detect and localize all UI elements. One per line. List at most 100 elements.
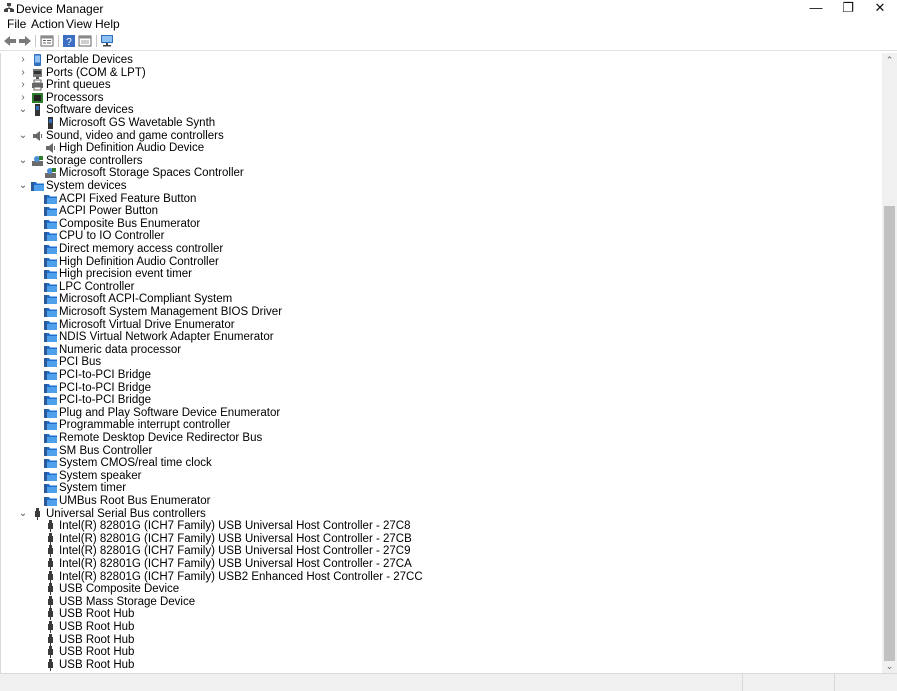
- details-icon[interactable]: [78, 34, 92, 48]
- tree-device[interactable]: System CMOS/real time clock: [1, 457, 881, 470]
- tree-category[interactable]: ⌄ Software devices: [1, 104, 881, 117]
- toolbar: ?: [0, 32, 897, 51]
- expand-chevron-icon[interactable]: ›: [18, 79, 28, 91]
- system-folder-icon: [44, 270, 57, 280]
- collapse-chevron-icon[interactable]: ⌄: [18, 180, 28, 192]
- tree-device[interactable]: Intel(R) 82801G (ICH7 Family) USB Univer…: [1, 545, 881, 558]
- menu-action[interactable]: Action: [31, 17, 64, 31]
- tree-device[interactable]: Microsoft System Management BIOS Driver: [1, 306, 881, 319]
- back-icon[interactable]: [3, 34, 17, 48]
- status-bar: [0, 673, 897, 691]
- tree-device[interactable]: System timer: [1, 482, 881, 495]
- expand-chevron-icon[interactable]: ›: [18, 92, 28, 104]
- tree-device[interactable]: USB Root Hub: [1, 621, 881, 634]
- tree-item-label: Storage controllers: [46, 154, 143, 167]
- tree-category[interactable]: › Processors: [1, 92, 881, 105]
- tree-item-label: Microsoft ACPI-Compliant System: [59, 293, 233, 306]
- tree-device[interactable]: Microsoft ACPI-Compliant System: [1, 293, 881, 306]
- tree-device[interactable]: Intel(R) 82801G (ICH7 Family) USB Univer…: [1, 520, 881, 533]
- device-tree[interactable]: › Portable Devices › Ports (COM & LPT) › Prin…: [0, 53, 883, 673]
- svg-text:?: ?: [66, 37, 72, 48]
- collapse-chevron-icon[interactable]: ⌄: [18, 130, 28, 142]
- tree-category[interactable]: ⌄ System devices: [1, 180, 881, 193]
- close-button[interactable]: ✕: [864, 0, 896, 16]
- system-folder-icon: [44, 345, 57, 355]
- toolbar-separator: [35, 35, 36, 47]
- tree-device[interactable]: Numeric data processor: [1, 344, 881, 357]
- tree-item-label: Portable Devices: [46, 54, 133, 66]
- vertical-scrollbar[interactable]: ⌃ ⌄: [882, 53, 897, 673]
- tree-device[interactable]: Microsoft Virtual Drive Enumerator: [1, 319, 881, 332]
- tree-item-label: System CMOS/real time clock: [59, 457, 212, 470]
- system-folder-icon: [44, 320, 57, 330]
- forward-icon[interactable]: [18, 34, 32, 48]
- usb-icon: [48, 646, 53, 659]
- expand-chevron-icon[interactable]: ›: [18, 67, 28, 79]
- tree-item-label: Microsoft GS Wavetable Synth: [59, 117, 216, 129]
- collapse-chevron-icon[interactable]: ⌄: [18, 508, 28, 520]
- tree-category[interactable]: › Print queues: [1, 79, 881, 92]
- computer-monitor-icon[interactable]: [100, 34, 114, 48]
- tree-device[interactable]: ACPI Fixed Feature Button: [1, 193, 881, 206]
- tree-device[interactable]: System speaker: [1, 470, 881, 483]
- tree-device[interactable]: PCI-to-PCI Bridge: [1, 369, 881, 382]
- minimize-button[interactable]: —: [800, 0, 832, 16]
- tree-device[interactable]: USB Root Hub: [1, 608, 881, 621]
- tree-category[interactable]: ⌄ Universal Serial Bus controllers: [1, 507, 881, 521]
- tree-category[interactable]: ⌄ Sound, video and game controllers: [1, 130, 881, 143]
- tree-device[interactable]: High Definition Audio Device: [1, 142, 881, 155]
- restore-button[interactable]: ❐: [832, 0, 864, 16]
- tree-device[interactable]: ACPI Power Button: [1, 205, 881, 218]
- tree-device[interactable]: LPC Controller: [1, 281, 881, 294]
- status-pane: [834, 674, 897, 691]
- tree-item-label: Microsoft Virtual Drive Enumerator: [59, 318, 235, 331]
- tree-device[interactable]: High Definition Audio Controller: [1, 256, 881, 269]
- help-icon[interactable]: ?: [62, 34, 76, 48]
- scroll-down-button[interactable]: ⌄: [882, 659, 897, 673]
- tree-device[interactable]: High precision event timer: [1, 268, 881, 281]
- tree-device[interactable]: Direct memory access controller: [1, 243, 881, 256]
- tree-device[interactable]: SM Bus Controller: [1, 445, 881, 458]
- scroll-up-button[interactable]: ⌃: [882, 53, 897, 67]
- usb-icon: [48, 608, 53, 621]
- tree-category[interactable]: › Ports (COM & LPT): [1, 67, 881, 80]
- tree-device[interactable]: UMBus Root Bus Enumerator: [1, 495, 881, 508]
- menu-help[interactable]: Help: [95, 17, 120, 31]
- tree-device[interactable]: Remote Desktop Device Redirector Bus: [1, 432, 881, 445]
- collapse-chevron-icon[interactable]: ⌄: [18, 104, 28, 116]
- tree-device[interactable]: PCI Bus: [1, 356, 881, 369]
- tree-category[interactable]: › Portable Devices: [1, 54, 881, 67]
- tree-device[interactable]: Composite Bus Enumerator: [1, 218, 881, 231]
- tree-device[interactable]: Plug and Play Software Device Enumerator: [1, 407, 881, 420]
- tree-device[interactable]: Intel(R) 82801G (ICH7 Family) USB Univer…: [1, 558, 881, 571]
- expand-chevron-icon[interactable]: ›: [18, 54, 28, 66]
- tree-category[interactable]: ⌄ Storage controllers: [1, 155, 881, 168]
- tree-device[interactable]: PCI-to-PCI Bridge: [1, 382, 881, 395]
- properties-icon[interactable]: [40, 34, 54, 48]
- menu-file[interactable]: File: [7, 17, 26, 31]
- system-folder-icon: [44, 207, 57, 217]
- tree-device[interactable]: USB Root Hub: [1, 646, 881, 659]
- tree-device[interactable]: Programmable interrupt controller: [1, 419, 881, 432]
- tree-device[interactable]: Microsoft GS Wavetable Synth: [1, 117, 881, 130]
- software-device-icon: [48, 117, 53, 129]
- tree-device[interactable]: Microsoft Storage Spaces Controller: [1, 167, 881, 180]
- usb-icon: [48, 558, 53, 570]
- tree-device[interactable]: USB Composite Device: [1, 583, 881, 596]
- collapse-chevron-icon[interactable]: ⌄: [18, 155, 28, 167]
- tree-device[interactable]: USB Root Hub: [1, 658, 881, 672]
- usb-icon: [48, 583, 53, 596]
- scroll-thumb[interactable]: [884, 206, 895, 661]
- tree-device[interactable]: PCI-to-PCI Bridge: [1, 394, 881, 407]
- tree-device[interactable]: Intel(R) 82801G (ICH7 Family) USB Univer…: [1, 532, 881, 546]
- tree-item-label: System devices: [46, 180, 127, 192]
- tree-device[interactable]: CPU to IO Controller: [1, 230, 881, 243]
- tree-device[interactable]: USB Mass Storage Device: [1, 595, 881, 609]
- tree-device[interactable]: USB Root Hub: [1, 633, 881, 647]
- software-device-icon: [35, 104, 40, 117]
- menu-view[interactable]: View: [66, 17, 92, 31]
- tree-device[interactable]: NDIS Virtual Network Adapter Enumerator: [1, 331, 881, 344]
- menu-bar: File Action View Help: [0, 16, 897, 31]
- tree-device[interactable]: Intel(R) 82801G (ICH7 Family) USB2 Enhan…: [1, 570, 881, 584]
- system-folder-icon: [44, 245, 57, 254]
